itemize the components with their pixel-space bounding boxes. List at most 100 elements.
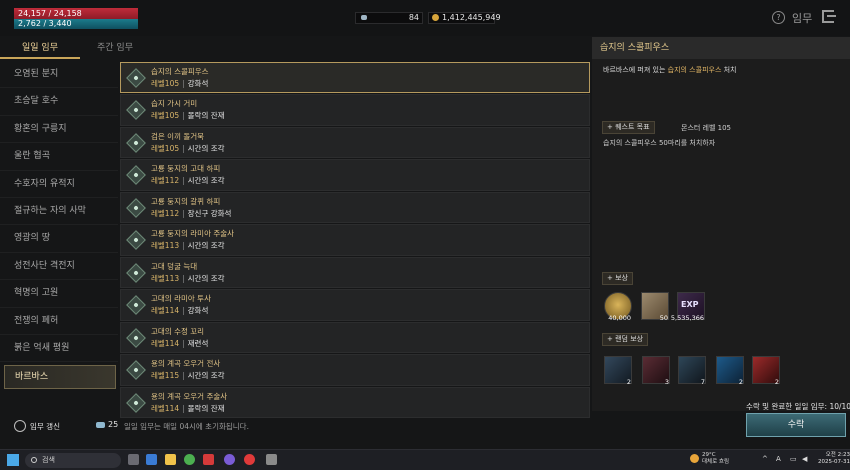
quest-list: 습지의 스콜피우스 레벨105 | 강화석 습지 가시 거미 레벨105 | 몰락의 잔… <box>120 62 590 419</box>
weather-icon <box>690 454 699 463</box>
scroll-icon[interactable]: 50 <box>641 292 669 322</box>
app-icon[interactable] <box>203 454 214 465</box>
network-icon[interactable]: ▭ <box>790 455 797 463</box>
taskbar-search[interactable]: 검색 <box>25 453 121 468</box>
random-reward-label: + 랜덤 보상 <box>602 333 649 346</box>
weather-widget[interactable]: 29°C 대체로 흐림 <box>690 452 730 466</box>
gold-coin-icon[interactable]: 40,000 <box>604 292 632 322</box>
quest-info: 레벨112 | 시간의 조각 <box>151 176 225 186</box>
red-ore-icon[interactable]: 3 <box>642 356 670 386</box>
window-title: 임무 <box>792 12 813 25</box>
quest-item[interactable]: 용의 계곡 오우거 주술사 레벨114 | 몰락의 잔재 <box>120 386 590 419</box>
accept-button[interactable]: 수락 <box>746 413 846 437</box>
quest-reward: 몰락의 잔재 <box>187 403 225 413</box>
azure-gem-icon[interactable]: 2 <box>716 356 744 386</box>
quest-level: 레벨113 <box>151 241 180 251</box>
quest-reward: 시간의 조각 <box>187 371 225 381</box>
region-item[interactable]: 울란 협곡 <box>0 143 118 171</box>
ime-indicator[interactable]: A <box>776 455 781 463</box>
tab-weekly[interactable]: 주간 임무 <box>80 37 150 59</box>
quest-item[interactable]: 고룡 둥지의 갈퀴 하피 레벨112 | 장신구 강화석 <box>120 191 590 224</box>
task-view-icon[interactable] <box>128 454 139 465</box>
search-placeholder: 검색 <box>42 456 55 464</box>
quest-item[interactable]: 고대의 수정 꼬리 레벨114 | 재련석 <box>120 321 590 354</box>
detail-title: 습지의 스콜피우스 <box>592 37 850 59</box>
quest-reward: 몰락의 잔재 <box>187 111 225 121</box>
quest-scroll-icon <box>126 392 146 413</box>
quest-scroll-icon <box>126 295 146 316</box>
region-item[interactable]: 초승달 호수 <box>0 88 118 116</box>
refresh-icon[interactable] <box>14 420 26 432</box>
region-item[interactable]: 수호자의 유적지 <box>0 171 118 198</box>
crystal-icon <box>361 15 367 20</box>
quest-name: 용의 계곡 오우거 주술사 <box>151 391 228 401</box>
app-icon[interactable] <box>224 454 235 465</box>
file-explorer-icon[interactable] <box>165 454 176 465</box>
region-item[interactable]: 황혼의 구릉지 <box>0 116 118 144</box>
tray-arrow-icon[interactable]: ^ <box>762 455 768 463</box>
quest-reward: 시간의 조각 <box>187 273 225 283</box>
quest-reward: 장신구 강화석 <box>187 208 232 218</box>
region-item[interactable]: 붉은 억새 평원 <box>0 335 118 363</box>
tab-daily[interactable]: 일일 임무 <box>0 37 80 59</box>
quest-item[interactable]: 검은 이끼 돌거북 레벨105 | 시간의 조각 <box>120 126 590 159</box>
region-item[interactable]: 성전사단 격전지 <box>0 253 118 281</box>
quest-item[interactable]: 고대 덩굴 늑대 레벨113 | 시간의 조각 <box>120 256 590 289</box>
objective-label: + 퀘스트 목표 <box>602 121 655 134</box>
quest-name: 고룡 둥지의 라미아 주술사 <box>151 229 235 239</box>
quest-reward: 재련석 <box>187 338 209 348</box>
quest-info: 레벨113 | 시간의 조각 <box>151 241 225 251</box>
region-list: 오염된 분지 초승달 호수 황혼의 구릉지 울란 협곡 수호자의 유적지 절규하… <box>0 61 118 390</box>
reward-count: 7 <box>700 378 705 386</box>
chrome-icon[interactable] <box>184 454 195 465</box>
region-item[interactable]: 오염된 분지 <box>0 61 118 89</box>
quest-level: 레벨105 <box>151 79 180 88</box>
quest-info: 레벨105 | 강화석 <box>151 79 209 88</box>
detail-description: 바르바스에 퍼져 있는 습지의 스콜피우스 처치 <box>603 66 737 74</box>
quest-scroll-icon <box>126 100 146 121</box>
completed-count: 수락 및 완료한 일일 임무: 10/10 <box>746 402 850 411</box>
quest-level: 레벨105 <box>151 143 180 153</box>
blue-crystal-icon[interactable]: 2 <box>604 356 632 386</box>
quest-level: 레벨113 <box>151 273 180 283</box>
refresh-label[interactable]: 임무 갱신 <box>30 421 60 432</box>
quest-scroll-icon <box>126 327 146 348</box>
gold-coin-icon <box>432 14 439 21</box>
region-item[interactable]: 전쟁의 폐허 <box>0 308 118 335</box>
blue-ore-icon[interactable]: 7 <box>678 356 706 386</box>
clock-time: 오전 2:23 <box>825 452 850 458</box>
quest-name: 습지의 스콜피우스 <box>151 67 209 76</box>
quest-scroll-icon <box>126 360 146 381</box>
app-icon[interactable] <box>244 454 255 465</box>
quest-item-selected[interactable]: 습지의 스콜피우스 레벨105 | 강화석 <box>120 62 590 94</box>
region-item[interactable]: 혁명의 고원 <box>0 280 118 308</box>
clock[interactable]: 오전 2:23 2025-07-31 <box>818 452 850 466</box>
quest-item[interactable]: 고룡 둥지의 고대 하피 레벨112 | 시간의 조각 <box>120 159 590 191</box>
reward-count: 2 <box>774 378 779 386</box>
quest-reward: 시간의 조각 <box>187 176 225 186</box>
quest-item[interactable]: 고대의 라미아 투사 레벨114 | 강화석 <box>120 289 590 321</box>
windows-start-icon[interactable] <box>7 454 19 466</box>
quest-item[interactable]: 습지 가시 거미 레벨105 | 몰락의 잔재 <box>120 94 590 126</box>
ruby-gem-icon[interactable]: 2 <box>752 356 780 386</box>
quest-item[interactable]: 용의 계곡 오우거 전사 레벨115 | 시간의 조각 <box>120 354 590 386</box>
quest-level: 레벨115 <box>151 371 180 381</box>
app-icon[interactable] <box>266 454 277 465</box>
quest-scroll-icon <box>126 230 146 251</box>
copilot-icon[interactable] <box>146 454 157 465</box>
monster-level: 몬스터 레벨 105 <box>681 124 732 132</box>
quest-item[interactable]: 고룡 둥지의 라미아 주술사 레벨113 | 시간의 조각 <box>120 224 590 256</box>
help-icon[interactable]: ? <box>772 11 785 24</box>
region-item[interactable]: 절규하는 자의 사막 <box>0 198 118 226</box>
windows-taskbar: 검색 29°C 대체로 흐림 ^ A ▭ ◀ 오전 2:23 2025-07-3… <box>0 449 850 470</box>
weather-desc: 대체로 흐림 <box>702 459 730 465</box>
quest-scroll-icon <box>126 263 146 283</box>
quest-name: 고대의 수정 꼬리 <box>151 326 205 336</box>
exp-icon[interactable]: EXP 5,535,366 <box>671 292 705 322</box>
region-item-selected[interactable]: 바르바스 <box>4 365 116 390</box>
volume-icon[interactable]: ◀ <box>802 455 807 463</box>
quest-reward: 시간의 조각 <box>187 241 225 251</box>
reward-count: 2 <box>626 378 631 386</box>
region-item[interactable]: 영광의 땅 <box>0 225 118 253</box>
exit-icon[interactable] <box>822 10 836 23</box>
